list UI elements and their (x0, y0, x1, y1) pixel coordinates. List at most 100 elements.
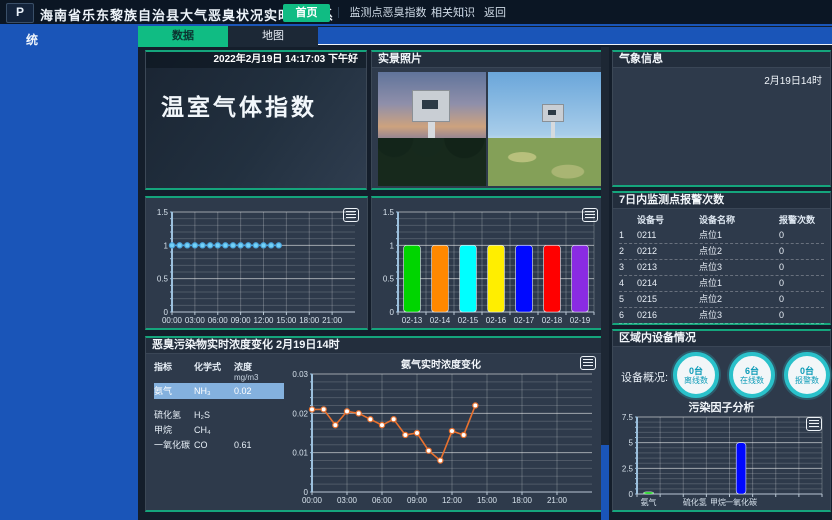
alarm-table-header: 设备号 设备名称 报警次数 (619, 213, 824, 228)
top-navbar: P 海南省乐东黎族自治县大气恶臭状况实时发布系 首页 监测点恶臭指数 相关知识 … (0, 0, 832, 26)
pollutant-table-header: 指标 化学式 浓度 (154, 360, 284, 373)
svg-text:0.5: 0.5 (383, 275, 395, 284)
pollutant-table: 指标 化学式 浓度 mg/m3 氨气 NH₃ 0.02 硫化氢 H₂S 甲烷 C… (154, 360, 284, 452)
pollution-factor-bar-chart: 氨气 硫化氢甲烷一氧化碳 0 2.5 5 7.5 (615, 413, 828, 508)
left-sidebar: 统 (0, 26, 138, 520)
svg-text:7.5: 7.5 (622, 413, 634, 422)
site-photo-2 (488, 72, 602, 186)
stat-circle-alarm: 0台 报警数 (784, 352, 830, 398)
svg-text:0.02: 0.02 (292, 409, 308, 418)
svg-text:1: 1 (164, 241, 169, 250)
pollutant-row-h2s[interactable]: 硫化氢 H₂S (154, 408, 284, 422)
weather-timestamp: 2月19日14时 (613, 68, 830, 87)
svg-text:12:00: 12:00 (442, 496, 463, 505)
devices-overview-label: 设备概况: (621, 369, 668, 385)
svg-text:00:00: 00:00 (302, 496, 323, 505)
photos-panel: 实景照片 (371, 50, 607, 190)
greenhouse-chart-panel: 00:0003:0006:0009:0012:0015:0018:0021:00… (145, 196, 368, 330)
site-photo-1 (378, 72, 486, 186)
pollutant-row-ch4[interactable]: 甲烷 CH₄ (154, 423, 284, 437)
svg-text:02-14: 02-14 (430, 316, 451, 325)
svg-text:甲烷: 甲烷 (710, 497, 726, 507)
pollutant-panel: 恶臭污染物实时浓度变化 2月19日14时 指标 化学式 浓度 mg/m3 氨气 … (145, 336, 607, 512)
weather-panel: 气象信息 2月19日14时 (612, 50, 831, 187)
alarm-panel-title: 7日内监测点报警次数 (613, 193, 830, 209)
svg-text:0.01: 0.01 (292, 449, 308, 458)
devices-panel-title: 区域内设备情况 (613, 331, 830, 347)
tab-map[interactable]: 地图 (228, 26, 318, 47)
svg-text:2.5: 2.5 (622, 464, 634, 473)
alarm-table-row: 30213 点位30 (619, 260, 824, 276)
chart-toolbox-icon[interactable] (582, 208, 598, 222)
svg-text:21:00: 21:00 (547, 496, 568, 505)
chart-toolbox-icon[interactable] (580, 356, 596, 370)
greenhouse-line-chart: 00:0003:0006:0009:0012:0015:0018:0021:00… (148, 204, 365, 328)
svg-text:06:00: 06:00 (208, 316, 229, 325)
nav-item-back[interactable]: 返回 (472, 4, 518, 22)
svg-text:0.5: 0.5 (157, 275, 169, 284)
system-title-wrap: 统 (26, 31, 38, 48)
svg-text:02-16: 02-16 (486, 316, 507, 325)
svg-text:0: 0 (390, 308, 395, 317)
pollutant-row-co[interactable]: 一氧化碳 CO 0.61 (154, 438, 284, 452)
scrollbar-thumb[interactable] (601, 445, 609, 520)
svg-text:02-15: 02-15 (458, 316, 479, 325)
pollutant-panel-title: 恶臭污染物实时浓度变化 2月19日14时 (146, 338, 606, 354)
greeting-panel: 2022年2月19日 14:17:03 下午好 温室气体指数 (145, 50, 367, 190)
scrollbar-track[interactable] (601, 47, 609, 520)
pollutant-row-nh3[interactable]: 氨气 NH₃ 0.02 (154, 383, 284, 399)
alarm-table-panel: 7日内监测点报警次数 设备号 设备名称 报警次数 10211 点位10 2021… (612, 191, 831, 325)
svg-text:00:00: 00:00 (162, 316, 183, 325)
alarm-table-row: 40214 点位10 (619, 276, 824, 292)
svg-text:09:00: 09:00 (407, 496, 428, 505)
nav-separator (463, 7, 464, 18)
svg-text:03:00: 03:00 (337, 496, 358, 505)
svg-text:15:00: 15:00 (276, 316, 297, 325)
svg-text:18:00: 18:00 (299, 316, 320, 325)
svg-text:02-13: 02-13 (402, 316, 423, 325)
nav-item-home[interactable]: 首页 (283, 4, 330, 22)
svg-text:0: 0 (164, 308, 169, 317)
stat-circle-online: 6台 在线数 (729, 352, 775, 398)
tab-data[interactable]: 数据 (138, 26, 228, 47)
svg-text:1.5: 1.5 (157, 208, 169, 217)
stat-circle-offline: 0台 离线数 (673, 352, 719, 398)
svg-text:12:00: 12:00 (253, 316, 274, 325)
svg-text:1.5: 1.5 (383, 208, 395, 217)
app-logo-icon: P (6, 3, 34, 23)
current-datetime: 2022年2月19日 14:17:03 下午好 (146, 52, 366, 68)
weather-panel-title: 气象信息 (613, 52, 830, 68)
nav-separator (338, 7, 339, 18)
devices-panel: 区域内设备情况 设备概况: 0台 离线数 6台 在线数 0台 报警数 污染因子分… (612, 329, 831, 512)
svg-text:02-19: 02-19 (570, 316, 591, 325)
svg-text:02-17: 02-17 (514, 316, 535, 325)
svg-text:1: 1 (390, 241, 395, 250)
svg-text:0.03: 0.03 (292, 370, 308, 379)
svg-text:02-18: 02-18 (542, 316, 563, 325)
alarm-table-row: 50215 点位20 (619, 292, 824, 308)
daily-index-chart-panel: 02-13 02-14 02-15 02-16 02-17 02-18 02-19 0 0.5 1… (371, 196, 607, 330)
svg-text:03:00: 03:00 (185, 316, 206, 325)
svg-text:09:00: 09:00 (231, 316, 252, 325)
daily-index-bar-chart: 02-13 02-14 02-15 02-16 02-17 02-18 02-19 0 0.5 1… (374, 204, 604, 328)
nh3-line-chart: 00:00 03:00 06:00 09:00 12:00 15:00 18:00 21:00… (284, 366, 602, 508)
photos-panel-title: 实景照片 (372, 52, 606, 68)
alarm-table-row: 60216 点位30 (619, 308, 824, 324)
svg-text:一氧化碳: 一氧化碳 (725, 497, 757, 507)
alarm-table-row: 20212 点位20 (619, 244, 824, 260)
svg-text:21:00: 21:00 (322, 316, 343, 325)
svg-text:0: 0 (629, 490, 634, 499)
page-headline: 温室气体指数 (161, 88, 317, 122)
chart-toolbox-icon[interactable] (343, 208, 359, 222)
svg-text:硫化氢: 硫化氢 (683, 497, 707, 507)
svg-text:15:00: 15:00 (477, 496, 498, 505)
svg-text:18:00: 18:00 (512, 496, 533, 505)
site-photos (378, 72, 602, 186)
svg-text:0: 0 (304, 488, 309, 497)
chart-toolbox-icon[interactable] (806, 417, 822, 431)
alarm-table: 设备号 设备名称 报警次数 10211 点位10 20212 点位20 3021… (613, 209, 830, 328)
svg-text:06:00: 06:00 (372, 496, 393, 505)
svg-text:5: 5 (629, 439, 634, 448)
top-blue-band (318, 27, 832, 45)
svg-text:氨气: 氨气 (641, 497, 657, 507)
